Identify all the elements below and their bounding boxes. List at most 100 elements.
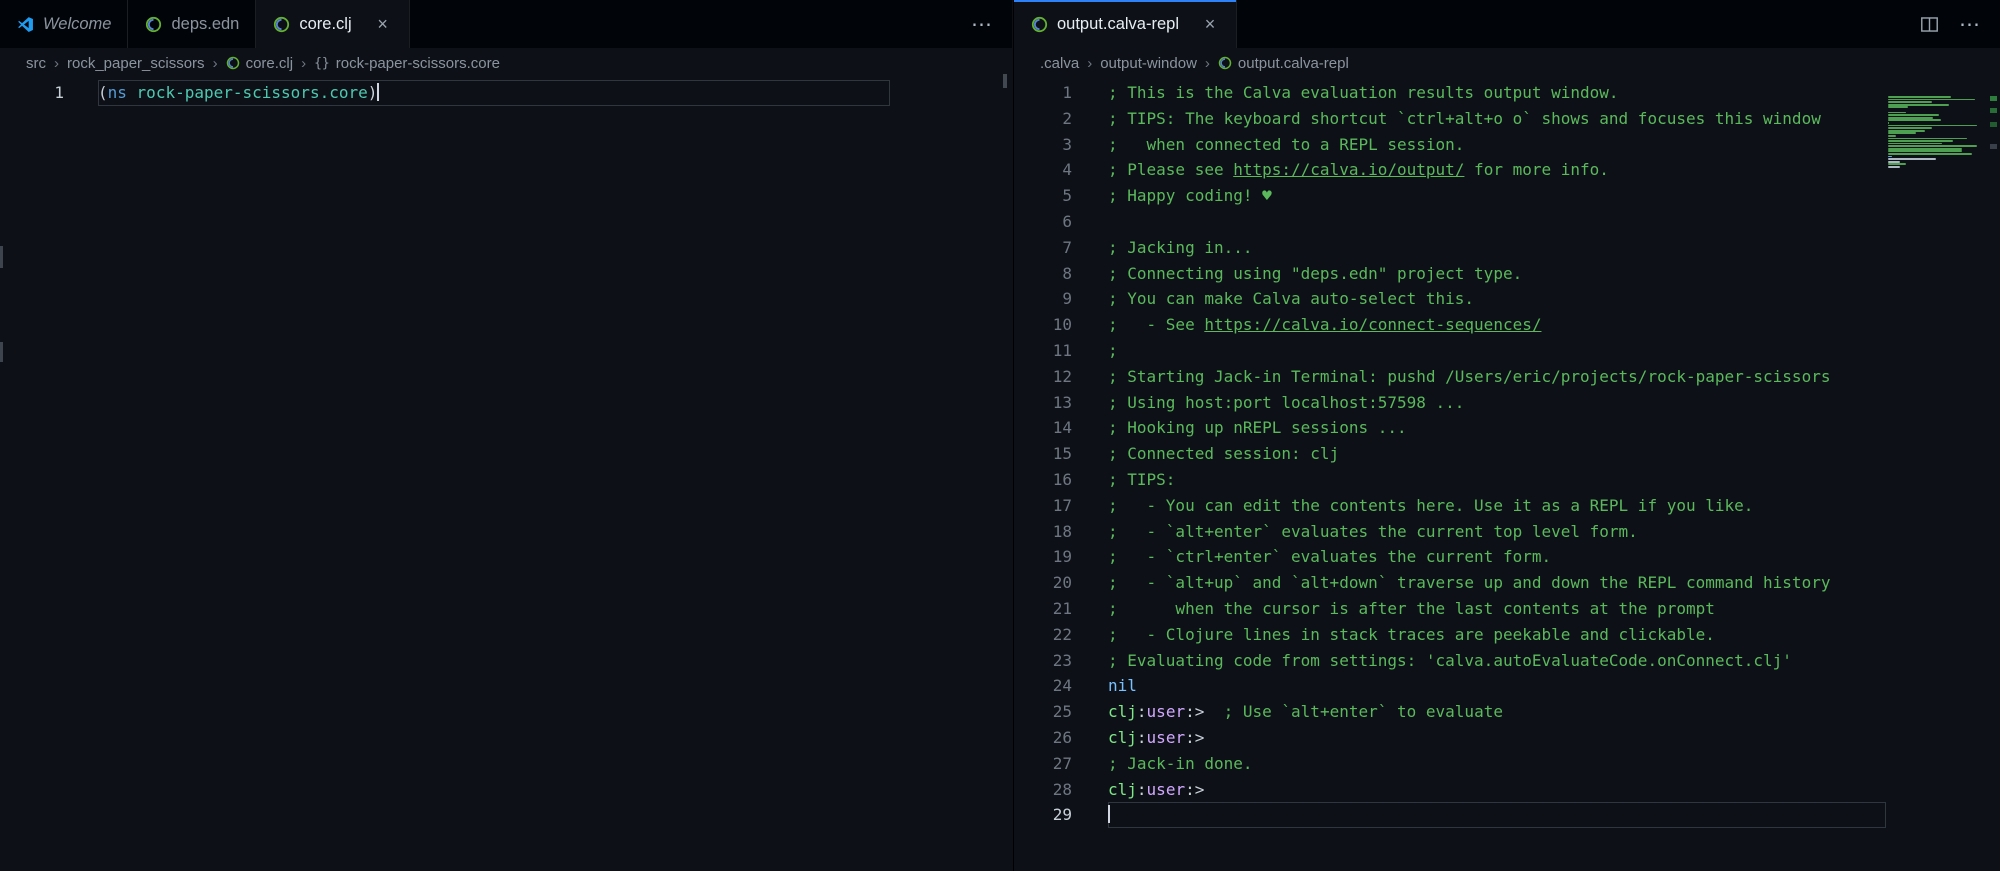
code-text: ; Evaluating code from settings: 'calva.…: [1108, 648, 1886, 674]
code-token: clj: [1108, 779, 1137, 799]
code-line[interactable]: 22 ; - Clojure lines in stack traces are …: [1014, 622, 1886, 648]
line-number: 12: [1052, 366, 1072, 386]
more-actions-icon[interactable]: ⋯: [1959, 14, 1982, 35]
code-line[interactable]: 24 nil: [1014, 673, 1886, 699]
breadcrumb-item-calva[interactable]: .calva: [1040, 55, 1079, 72]
code-line[interactable]: 2 ; TIPS: The keyboard shortcut `ctrl+alt…: [1014, 106, 1886, 132]
vscode-logo-icon: [16, 15, 34, 33]
code-line[interactable]: 10 ; - See https://calva.io/connect-seque…: [1014, 312, 1886, 338]
code-line[interactable]: 17 ; - You can edit the contents here. Us…: [1014, 493, 1886, 519]
code-line[interactable]: 23 ; Evaluating code from settings: 'calv…: [1014, 648, 1886, 674]
clojure-logo-icon: [272, 15, 290, 33]
code-text: ; when connected to a REPL session.: [1108, 132, 1886, 158]
code-line[interactable]: 11;: [1014, 338, 1886, 364]
breadcrumb-item-output-window[interactable]: output-window: [1100, 55, 1197, 72]
code-token: user: [1146, 779, 1186, 799]
code-line[interactable]: 12 ; Starting Jack-in Terminal: pushd /Us…: [1014, 364, 1886, 390]
breadcrumb-item-namespace[interactable]: {} rock-paper-scissors.core: [314, 55, 500, 72]
breadcrumb-item-src[interactable]: src: [26, 55, 46, 72]
code-text: nil: [1108, 673, 1886, 699]
code-token: ; Connected session: clj: [1108, 444, 1340, 464]
code-text: ; Hooking up nREPL sessions ...: [1108, 415, 1886, 441]
code-text: ; Happy coding! ♥: [1108, 183, 1886, 209]
code-line[interactable]: 3 ; when connected to a REPL session.: [1014, 132, 1886, 158]
tab-welcome[interactable]: Welcome: [0, 0, 129, 48]
code-token: ; - Clojure lines in stack traces are pe…: [1108, 624, 1715, 644]
close-icon[interactable]: ×: [1200, 14, 1220, 34]
code-line[interactable]: 13 ; Using host:port localhost:57598 ...: [1014, 390, 1886, 416]
editor-core-clj[interactable]: 1 (ns rock-paper-scissors.core): [0, 78, 1012, 871]
editor-output-calva-repl[interactable]: 1 ; This is the Calva evaluation results …: [1014, 78, 1886, 871]
minimap-line: [1888, 111, 1906, 114]
tab-label: deps.edn: [171, 14, 240, 33]
breadcrumb-item-folder[interactable]: rock_paper_scissors: [67, 55, 205, 72]
code-text: (ns rock-paper-scissors.core): [98, 80, 890, 106]
line-number: 29: [1052, 805, 1072, 825]
code-line[interactable]: 1 ; This is the Calva evaluation results …: [1014, 80, 1886, 106]
code-line[interactable]: 14 ; Hooking up nREPL sessions ...: [1014, 415, 1886, 441]
code-token: nil: [1108, 676, 1137, 696]
ruler-mark: [1990, 96, 1997, 101]
tab-output-calva-repl[interactable]: output.calva-repl ×: [1014, 0, 1237, 48]
code-line[interactable]: 28 clj:user:>: [1014, 777, 1886, 803]
code-line[interactable]: 7 ; Jacking in...: [1014, 235, 1886, 261]
split-editor-icon[interactable]: [1920, 15, 1939, 34]
code-text: ; - `alt+up` and `alt+down` traverse up …: [1108, 570, 1886, 596]
minimap-line: [1888, 163, 1906, 166]
code-token: ; Please see: [1108, 160, 1234, 180]
minimap-line: [1888, 116, 1933, 119]
code-text: ; - `alt+enter` evaluates the current to…: [1108, 519, 1886, 545]
code-line[interactable]: 15 ; Connected session: clj: [1014, 441, 1886, 467]
more-actions-icon[interactable]: ⋯: [971, 14, 994, 35]
code-line[interactable]: 21 ; when the cursor is after the last co…: [1014, 596, 1886, 622]
minimap-line: [1888, 106, 1908, 109]
code-text: ; when the cursor is after the last cont…: [1108, 596, 1886, 622]
line-number: 28: [1052, 779, 1072, 799]
code-line[interactable]: 16 ; TIPS:: [1014, 467, 1886, 493]
code-line[interactable]: 26 clj:user:>: [1014, 725, 1886, 751]
code-line[interactable]: 1 (ns rock-paper-scissors.core): [0, 80, 1012, 106]
chevron-right-icon: ›: [212, 54, 218, 72]
tab-core-clj[interactable]: core.clj ×: [256, 0, 410, 48]
minimap-line: [1888, 127, 1932, 129]
code-line[interactable]: 6: [1014, 209, 1886, 235]
tab-deps-edn[interactable]: deps.edn: [128, 0, 257, 48]
code-token: ; Evaluating code from settings: 'calva.…: [1108, 650, 1792, 670]
code-line[interactable]: 9 ; You can make Calva auto-select this.: [1014, 286, 1886, 312]
code-line[interactable]: 8 ; Connecting using "deps.edn" project t…: [1014, 261, 1886, 287]
close-icon[interactable]: ×: [373, 14, 393, 34]
minimap-line: [1888, 129, 1925, 132]
chevron-right-icon: ›: [54, 54, 59, 72]
overview-ruler-mark: [1003, 74, 1007, 88]
code-line[interactable]: 27 ; Jack-in done.: [1014, 751, 1886, 777]
code-text: ; - `ctrl+enter` evaluates the current f…: [1108, 544, 1886, 570]
code-line[interactable]: 19 ; - `ctrl+enter` evaluates the current…: [1014, 544, 1886, 570]
link[interactable]: https://calva.io/output/: [1233, 160, 1464, 179]
code-token: ; when the cursor is after the last cont…: [1108, 598, 1715, 618]
code-line[interactable]: 25 clj:user:> ; Use `alt+enter` to evalua…: [1014, 699, 1886, 725]
code-text: clj:user:> ; Use `alt+enter` to evaluate: [1108, 699, 1886, 725]
minimap[interactable]: [1886, 78, 1986, 871]
code-token: :>: [1185, 727, 1205, 747]
symbol-namespace-icon: {}: [314, 55, 330, 71]
left-editor-actions: ⋯: [971, 0, 1012, 48]
text-cursor: [377, 83, 380, 101]
breadcrumb-item-output-file[interactable]: output.calva-repl: [1218, 55, 1349, 72]
breadcrumb-left: src › rock_paper_scissors › core.clj › {…: [0, 48, 1012, 78]
code-token: clj: [1108, 702, 1137, 722]
code-line[interactable]: 29: [1014, 802, 1886, 828]
breadcrumb-label: rock-paper-scissors.core: [335, 54, 500, 72]
breadcrumb-item-file[interactable]: core.clj: [226, 55, 293, 72]
link[interactable]: https://calva.io/connect-sequences/: [1204, 315, 1541, 334]
code-line[interactable]: 5 ; Happy coding! ♥: [1014, 183, 1886, 209]
code-line[interactable]: 18 ; - `alt+enter` evaluates the current …: [1014, 519, 1886, 545]
code-text: ; TIPS:: [1108, 467, 1886, 493]
breadcrumb-label: rock_paper_scissors: [67, 54, 205, 72]
code-token: :: [1136, 702, 1147, 722]
code-line[interactable]: 4 ; Please see https://calva.io/output/ f…: [1014, 157, 1886, 183]
code-token: :: [1136, 779, 1147, 799]
left-tab-bar: Welcome deps.edn core.clj × ⋯: [0, 0, 1012, 48]
code-line[interactable]: 20 ; - `alt+up` and `alt+down` traverse u…: [1014, 570, 1886, 596]
minimap-line: [1888, 142, 1942, 145]
code-token: ; when connected to a REPL session.: [1108, 134, 1465, 154]
